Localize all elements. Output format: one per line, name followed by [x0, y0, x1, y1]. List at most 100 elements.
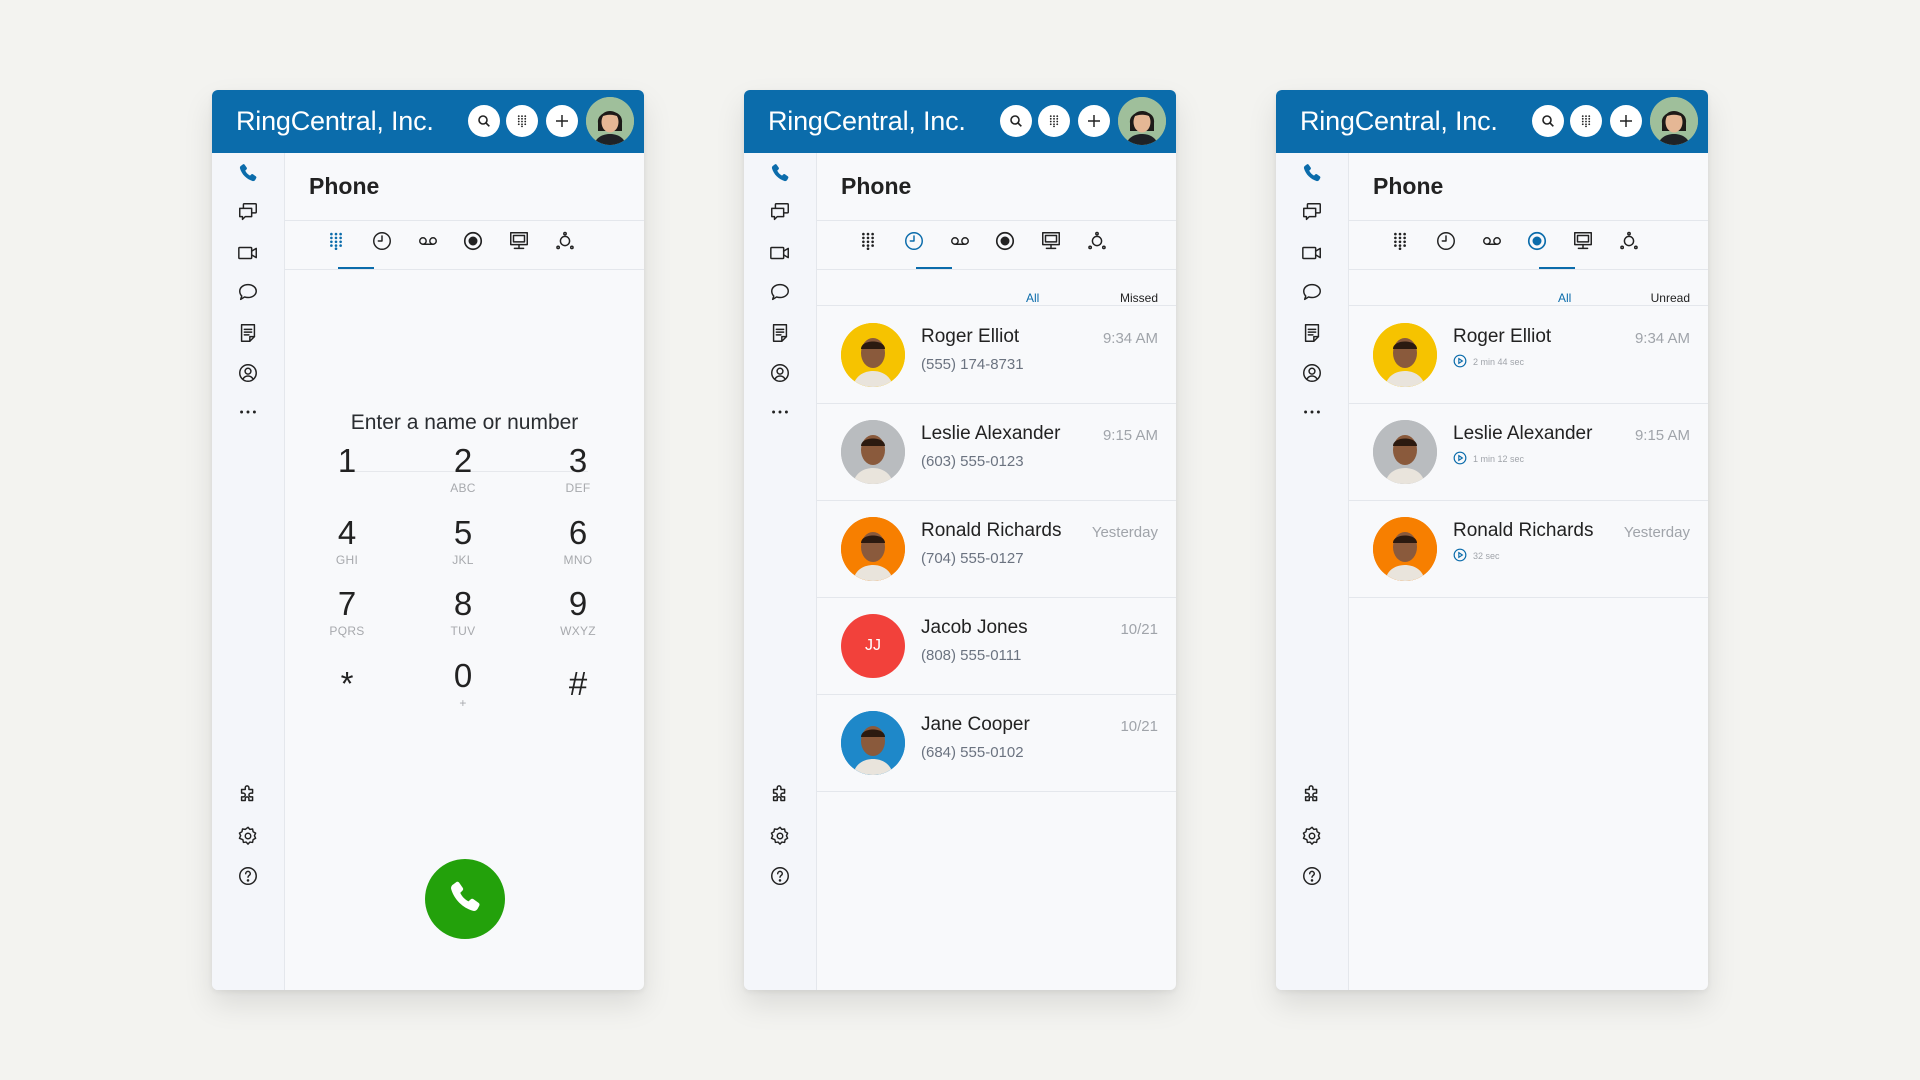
dial-key-7[interactable]: 7 PQRS [302, 586, 392, 639]
user-avatar[interactable] [586, 97, 634, 145]
voicemail-play[interactable]: 1 min 12 sec [1453, 451, 1524, 467]
play-icon [1453, 548, 1467, 564]
sidebar-video-button[interactable] [1300, 243, 1324, 267]
sidebar-chat-button[interactable] [768, 282, 792, 306]
header-new-button[interactable] [546, 105, 578, 137]
dial-key-2[interactable]: 2 ABC [418, 442, 508, 496]
list-item[interactable]: Leslie Alexander 9:15 AM (603) 555-0123 [817, 403, 1176, 502]
tab-conference[interactable] [1077, 223, 1117, 263]
dialpad-icon [326, 231, 346, 256]
sidebar-phone-button[interactable] [1300, 163, 1324, 187]
sidebar-notes-button[interactable] [236, 323, 260, 347]
list-item[interactable]: Jane Cooper 10/21 (684) 555-0102 [817, 694, 1176, 793]
filter-all[interactable]: All [1026, 291, 1039, 305]
sidebar-settings-button[interactable] [768, 826, 792, 850]
sidebar-contacts-button[interactable] [1300, 363, 1324, 387]
list-item[interactable]: Roger Elliot 9:34 AM 2 min 44 sec [1349, 306, 1708, 404]
sidebar-more-button[interactable] [768, 402, 792, 426]
header-dialpad-button[interactable] [1038, 105, 1070, 137]
sidebar-messages-button[interactable] [236, 202, 260, 226]
list-item[interactable]: Roger Elliot 9:34 AM (555) 174-8731 [817, 306, 1176, 404]
sidebar-apps-button[interactable] [1300, 784, 1324, 809]
sidebar-contacts-button[interactable] [236, 363, 260, 387]
sidebar-notes-button[interactable] [768, 323, 792, 347]
header-dialpad-button[interactable] [506, 105, 538, 137]
sidebar-help-button[interactable] [1300, 866, 1324, 890]
number-input[interactable]: Enter a name or number [285, 411, 644, 435]
header-search-button[interactable] [1000, 105, 1032, 137]
tab-conference[interactable] [1609, 223, 1649, 263]
tab-history[interactable] [1426, 223, 1466, 263]
list-item[interactable]: Ronald Richards Yesterday 32 sec [1349, 500, 1708, 599]
sidebar-video-button[interactable] [768, 243, 792, 267]
voicemail-play[interactable]: 2 min 44 sec [1453, 354, 1524, 370]
chat-icon [1301, 281, 1323, 308]
tab-screen[interactable] [499, 223, 539, 263]
tab-conference[interactable] [545, 223, 585, 263]
tab-dialpad[interactable] [316, 223, 356, 263]
sidebar-settings-button[interactable] [236, 826, 260, 850]
list-item[interactable]: Ronald Richards Yesterday (704) 555-0127 [817, 500, 1176, 599]
key-digit: 2 [453, 442, 473, 479]
sidebar-help-button[interactable] [236, 866, 260, 890]
tab-screen[interactable] [1031, 223, 1071, 263]
dial-key-0[interactable]: 0 + [418, 658, 508, 711]
filter-unread[interactable]: Unread [1651, 291, 1690, 305]
sidebar-help-button[interactable] [768, 866, 792, 890]
sidebar-notes-button[interactable] [1300, 323, 1324, 347]
voicemail-play[interactable]: 32 sec [1453, 548, 1500, 564]
sidebar-messages-button[interactable] [1300, 202, 1324, 226]
play-icon [1453, 354, 1467, 370]
tab-history[interactable] [894, 223, 934, 263]
header-search-button[interactable] [468, 105, 500, 137]
sidebar-contacts-button[interactable] [768, 363, 792, 387]
user-avatar[interactable] [1118, 97, 1166, 145]
sidebar-chat-button[interactable] [236, 282, 260, 306]
tab-recordings[interactable] [453, 223, 493, 263]
tab-dialpad[interactable] [848, 223, 888, 263]
tab-voicemail[interactable] [1472, 223, 1512, 263]
dial-key-hash[interactable]: # [533, 666, 623, 704]
sidebar-apps-button[interactable] [768, 784, 792, 809]
header-new-button[interactable] [1610, 105, 1642, 137]
sidebar-phone-button[interactable] [236, 163, 260, 187]
voicemail-duration: 2 min 44 sec [1473, 357, 1525, 367]
tab-recordings[interactable] [985, 223, 1025, 263]
dial-key-4[interactable]: 4 GHI [302, 515, 392, 568]
header-new-button[interactable] [1078, 105, 1110, 137]
apps-icon [237, 784, 259, 811]
call-button[interactable] [425, 859, 505, 939]
sidebar-apps-button[interactable] [236, 784, 260, 811]
tab-recordings[interactable] [1517, 223, 1557, 263]
dial-key-3[interactable]: 3 DEF [533, 443, 623, 496]
header-dialpad-button[interactable] [1570, 105, 1602, 137]
sidebar-more-button[interactable] [236, 402, 260, 426]
tab-voicemail[interactable] [408, 223, 448, 263]
tab-dialpad[interactable] [1380, 223, 1420, 263]
list-item[interactable]: JJ Jacob Jones 10/21 (808) 555-0111 [817, 597, 1176, 696]
dial-key-1[interactable]: 1 [302, 443, 392, 481]
sidebar-settings-button[interactable] [1300, 826, 1324, 850]
more-icon [769, 401, 791, 428]
filter-all[interactable]: All [1558, 291, 1571, 305]
sidebar-messages-button[interactable] [768, 202, 792, 226]
contact-avatar: JJ [841, 614, 905, 679]
filter-missed[interactable]: Missed [1120, 291, 1158, 305]
sidebar-phone-button[interactable] [768, 163, 792, 187]
header-search-button[interactable] [1532, 105, 1564, 137]
tab-screen[interactable] [1563, 223, 1603, 263]
dial-key-6[interactable]: 6 MNO [533, 515, 623, 568]
tab-voicemail[interactable] [940, 223, 980, 263]
call-time: 9:15 AM [1102, 427, 1158, 445]
list-item[interactable]: Leslie Alexander 9:15 AM 1 min 12 sec [1349, 403, 1708, 502]
sidebar-more-button[interactable] [1300, 402, 1324, 426]
sidebar-video-button[interactable] [236, 243, 260, 267]
sidebar-chat-button[interactable] [1300, 282, 1324, 306]
user-avatar[interactable] [1650, 97, 1698, 145]
tab-history[interactable] [362, 223, 402, 263]
dial-key-star[interactable]: * [302, 666, 392, 704]
dial-key-8[interactable]: 8 TUV [418, 586, 508, 639]
contact-avatar [841, 711, 905, 776]
dial-key-5[interactable]: 5 JKL [418, 515, 508, 568]
dial-key-9[interactable]: 9 WXYZ [533, 586, 623, 639]
